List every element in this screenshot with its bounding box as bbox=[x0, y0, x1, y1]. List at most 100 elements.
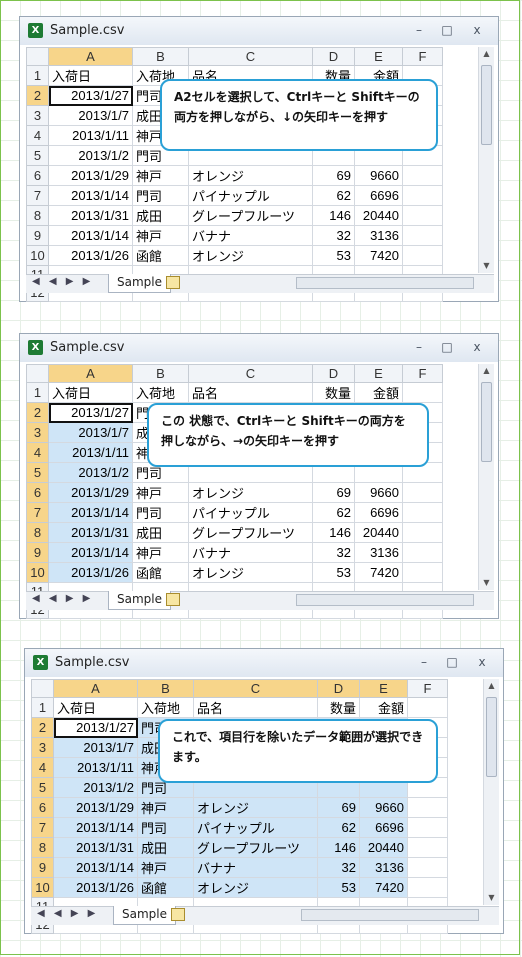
cell-a10[interactable]: 2013/1/26 bbox=[48, 245, 133, 266]
cell-a3[interactable]: 2013/1/7 bbox=[48, 422, 133, 443]
cell-e6[interactable]: 9660 bbox=[354, 165, 403, 186]
cell-b7[interactable]: 門司 bbox=[132, 185, 189, 206]
cell-f6[interactable] bbox=[402, 165, 443, 186]
cell-c6[interactable]: オレンジ bbox=[188, 482, 313, 503]
row-header[interactable]: 4 bbox=[31, 757, 54, 778]
cell-f7[interactable] bbox=[402, 502, 443, 523]
cell-a7[interactable]: 2013/1/14 bbox=[48, 185, 133, 206]
cell-c6[interactable]: オレンジ bbox=[193, 797, 318, 818]
cell-e1[interactable]: 金額 bbox=[354, 382, 403, 403]
cell-c7[interactable]: パイナップル bbox=[188, 502, 313, 523]
cell-a9[interactable]: 2013/1/14 bbox=[48, 225, 133, 246]
cell-b6[interactable]: 神戸 bbox=[137, 797, 194, 818]
cell-b6[interactable]: 神戸 bbox=[132, 165, 189, 186]
cell-a5[interactable]: 2013/1/2 bbox=[48, 462, 133, 483]
scroll-thumb[interactable] bbox=[481, 382, 492, 462]
cell-b8[interactable]: 成田 bbox=[132, 522, 189, 543]
cell-a1[interactable]: 入荷日 bbox=[48, 382, 133, 403]
cell-e6[interactable]: 9660 bbox=[354, 482, 403, 503]
column-header-b[interactable]: B bbox=[132, 47, 189, 66]
select-all-corner[interactable] bbox=[31, 679, 54, 698]
cell-e9[interactable]: 3136 bbox=[354, 225, 403, 246]
cell-f1[interactable] bbox=[407, 697, 448, 718]
row-header[interactable]: 10 bbox=[26, 562, 49, 583]
close-button[interactable]: x bbox=[466, 339, 488, 355]
cell-c10[interactable]: オレンジ bbox=[188, 562, 313, 583]
cell-c1[interactable]: 品名 bbox=[193, 697, 318, 718]
cell-b1[interactable]: 入荷地 bbox=[137, 697, 194, 718]
maximize-button[interactable]: □ bbox=[436, 339, 458, 355]
insert-sheet-icon[interactable] bbox=[166, 593, 180, 606]
cell-b9[interactable]: 神戸 bbox=[132, 542, 189, 563]
cell-e8[interactable]: 20440 bbox=[359, 837, 408, 858]
column-header-a[interactable]: A bbox=[48, 47, 133, 66]
cell-c9[interactable]: バナナ bbox=[188, 542, 313, 563]
row-header[interactable]: 10 bbox=[31, 877, 54, 898]
cell-d9[interactable]: 32 bbox=[312, 542, 355, 563]
cell-a5[interactable]: 2013/1/2 bbox=[48, 145, 133, 166]
row-header[interactable]: 6 bbox=[31, 797, 54, 818]
column-header-a[interactable]: A bbox=[53, 679, 138, 698]
row-header[interactable]: 2 bbox=[26, 402, 49, 423]
cell-d8[interactable]: 146 bbox=[312, 205, 355, 226]
cell-d10[interactable]: 53 bbox=[317, 877, 360, 898]
cell-f7[interactable] bbox=[407, 817, 448, 838]
sheet-nav-icons[interactable]: ◀ ◀ ▶ ▶ bbox=[32, 276, 93, 287]
minimize-button[interactable]: – bbox=[408, 22, 430, 38]
horizontal-scrollbar[interactable] bbox=[296, 594, 474, 606]
row-header[interactable]: 5 bbox=[26, 145, 49, 166]
column-header-e[interactable]: E bbox=[354, 47, 403, 66]
cell-f9[interactable] bbox=[402, 542, 443, 563]
vertical-scrollbar[interactable]: ▲ ▼ bbox=[478, 47, 494, 273]
scroll-up-icon[interactable]: ▲ bbox=[484, 679, 499, 693]
close-button[interactable]: x bbox=[471, 654, 493, 670]
sheet-nav-icons[interactable]: ◀ ◀ ▶ ▶ bbox=[32, 593, 93, 604]
row-header[interactable]: 5 bbox=[26, 462, 49, 483]
cell-a1[interactable]: 入荷日 bbox=[48, 65, 133, 86]
cell-f6[interactable] bbox=[402, 482, 443, 503]
cell-b6[interactable]: 神戸 bbox=[132, 482, 189, 503]
cell-c8[interactable]: グレープフルーツ bbox=[188, 205, 313, 226]
cell-f1[interactable] bbox=[402, 382, 443, 403]
cell-a2[interactable]: 2013/1/27 bbox=[48, 402, 133, 423]
cell-f8[interactable] bbox=[402, 522, 443, 543]
cell-f9[interactable] bbox=[402, 225, 443, 246]
cell-f9[interactable] bbox=[407, 857, 448, 878]
cell-d6[interactable]: 69 bbox=[312, 482, 355, 503]
row-header[interactable]: 2 bbox=[26, 85, 49, 106]
cell-b10[interactable]: 函館 bbox=[132, 245, 189, 266]
cell-f8[interactable] bbox=[402, 205, 443, 226]
minimize-button[interactable]: – bbox=[408, 339, 430, 355]
cell-c10[interactable]: オレンジ bbox=[193, 877, 318, 898]
cell-a7[interactable]: 2013/1/14 bbox=[48, 502, 133, 523]
cell-c6[interactable]: オレンジ bbox=[188, 165, 313, 186]
cell-a6[interactable]: 2013/1/29 bbox=[48, 165, 133, 186]
cell-f7[interactable] bbox=[402, 185, 443, 206]
cell-b7[interactable]: 門司 bbox=[137, 817, 194, 838]
cell-e7[interactable]: 6696 bbox=[354, 502, 403, 523]
column-header-d[interactable]: D bbox=[312, 364, 355, 383]
cell-c10[interactable]: オレンジ bbox=[188, 245, 313, 266]
cell-d8[interactable]: 146 bbox=[317, 837, 360, 858]
cell-c9[interactable]: バナナ bbox=[188, 225, 313, 246]
cell-a4[interactable]: 2013/1/11 bbox=[53, 757, 138, 778]
sheet-tab[interactable]: Sample bbox=[108, 274, 171, 293]
row-header[interactable]: 9 bbox=[31, 857, 54, 878]
row-header[interactable]: 7 bbox=[26, 185, 49, 206]
cell-f6[interactable] bbox=[407, 797, 448, 818]
cell-a4[interactable]: 2013/1/11 bbox=[48, 125, 133, 146]
vertical-scrollbar[interactable]: ▲ ▼ bbox=[478, 364, 494, 590]
cell-a6[interactable]: 2013/1/29 bbox=[53, 797, 138, 818]
cell-b8[interactable]: 成田 bbox=[132, 205, 189, 226]
cell-a3[interactable]: 2013/1/7 bbox=[48, 105, 133, 126]
row-header[interactable]: 6 bbox=[26, 165, 49, 186]
cell-c8[interactable]: グレープフルーツ bbox=[193, 837, 318, 858]
cell-e1[interactable]: 金額 bbox=[359, 697, 408, 718]
column-header-b[interactable]: B bbox=[137, 679, 194, 698]
column-header-c[interactable]: C bbox=[193, 679, 318, 698]
row-header[interactable]: 3 bbox=[26, 105, 49, 126]
cell-e6[interactable]: 9660 bbox=[359, 797, 408, 818]
sheet-tab[interactable]: Sample bbox=[108, 591, 171, 610]
column-header-e[interactable]: E bbox=[354, 364, 403, 383]
row-header[interactable]: 9 bbox=[26, 225, 49, 246]
